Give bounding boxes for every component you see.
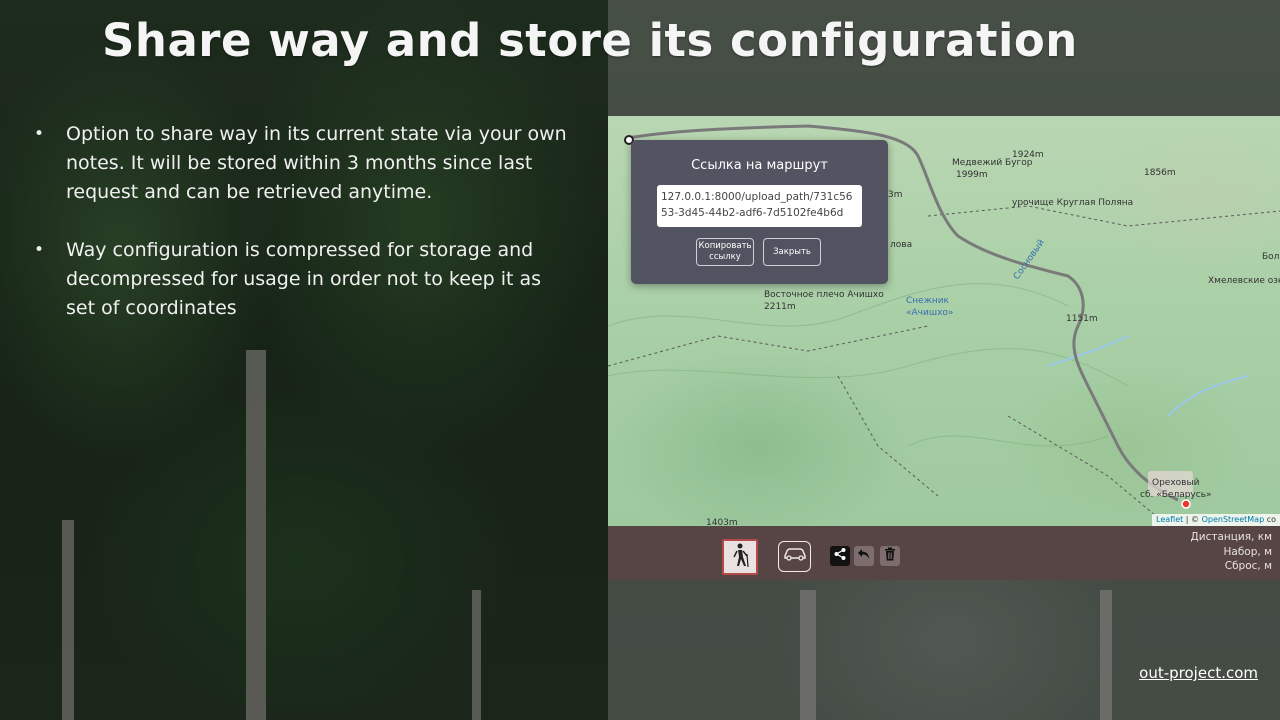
close-dialog-button[interactable]: Закрыть <box>763 238 821 266</box>
map-label: Восточное плечо Ачишхо <box>764 290 884 300</box>
copy-link-label: Копировать ссылку <box>698 241 751 263</box>
map-attribution: Leaflet | © OpenStreetMap co <box>1152 514 1280 526</box>
map-label: «Ачишхо» <box>906 308 954 318</box>
map-label: Хмелевские озе <box>1208 276 1280 286</box>
route-toolbar: Дистанция, км Набор, м Сброс, м <box>608 526 1280 580</box>
map-label: урочище Круглая Поляна <box>1012 198 1134 208</box>
left-overlay <box>0 0 608 720</box>
undo-icon <box>857 547 871 565</box>
map-label: 1856m <box>1144 168 1176 178</box>
share-link-field[interactable]: 127.0.0.1:8000/upload_path/731c5653-3d45… <box>657 185 862 227</box>
map-label: Ореховый <box>1152 478 1200 488</box>
website-link[interactable]: out-project.com <box>1139 664 1258 682</box>
walk-mode-button[interactable] <box>722 539 758 575</box>
dialog-title: Ссылка на маршрут <box>691 158 828 173</box>
delete-button[interactable] <box>880 546 900 566</box>
bullet-item: Way configuration is compressed for stor… <box>34 236 574 323</box>
map-label: Снежник <box>906 296 949 306</box>
car-mode-button[interactable] <box>778 541 811 572</box>
share-button[interactable] <box>830 546 850 566</box>
attribution-tail: co <box>1264 515 1276 524</box>
trash-icon <box>884 547 896 566</box>
copy-label-line-2: ссылку <box>709 252 741 262</box>
undo-button[interactable] <box>854 546 874 566</box>
route-stats: Дистанция, км Набор, м Сброс, м <box>1191 530 1272 574</box>
distance-stat: Дистанция, км <box>1190 531 1272 543</box>
copy-label-line-1: Копировать <box>698 241 752 251</box>
route-end-marker[interactable] <box>1181 499 1191 509</box>
map-label: 1151m <box>1066 314 1098 324</box>
bullet-list: Option to share way in its current state… <box>34 120 574 352</box>
loss-stat: Сброс, м <box>1224 560 1272 572</box>
car-icon <box>783 547 807 566</box>
osm-link[interactable]: OpenStreetMap <box>1202 515 1265 524</box>
leaflet-link[interactable]: Leaflet <box>1156 515 1183 524</box>
share-icon <box>833 547 847 566</box>
map-label: 1999m <box>956 170 988 180</box>
map-label: 2211m <box>764 302 796 312</box>
map-label: 1403m <box>706 518 738 526</box>
hiker-icon <box>729 542 751 573</box>
bullet-item: Option to share way in its current state… <box>34 120 574 207</box>
map-label: сб. «Беларусь» <box>1140 490 1212 500</box>
share-dialog: Ссылка на маршрут 127.0.0.1:8000/upload_… <box>631 140 888 284</box>
gain-stat: Набор, м <box>1223 545 1273 558</box>
map-label: Бол <box>1262 252 1280 262</box>
copy-link-button[interactable]: Копировать ссылку <box>696 238 754 266</box>
map-label: Медвежий Бугор <box>952 158 1033 168</box>
map-label: 3m <box>888 190 903 200</box>
map-label: лова <box>890 240 913 250</box>
attribution-separator: | © <box>1183 515 1202 524</box>
slide-title: Share way and store its configuration <box>102 14 1078 67</box>
